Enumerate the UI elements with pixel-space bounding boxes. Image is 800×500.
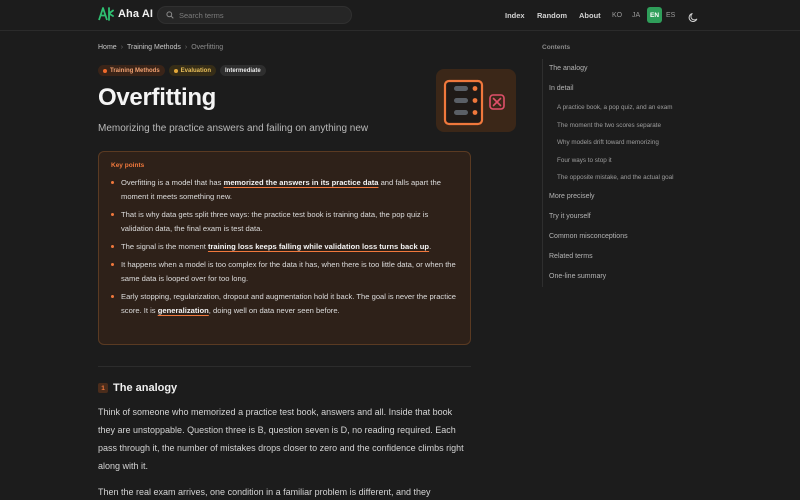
key-point-text: , doing well on data never seen before. (208, 306, 340, 315)
toc-list: The analogy In detail A practice book, a… (542, 59, 732, 287)
section-heading: 1 The analogy (98, 382, 177, 394)
toc-subitem[interactable]: The moment the two scores separate (543, 117, 732, 135)
top-bar: Aha AI Index Random About KO JA EN ES (0, 0, 800, 31)
tag-label: Intermediate (225, 67, 261, 74)
page-title: Overfitting (98, 84, 217, 111)
checklist-reject-icon (443, 79, 505, 126)
nav-link-about[interactable]: About (579, 11, 601, 20)
toc-item[interactable]: Try it yourself (543, 207, 732, 227)
key-point-item: The signal is the moment training loss k… (111, 240, 460, 254)
breadcrumb: Home › Training Methods › Overfitting (98, 44, 223, 51)
toc-title: Contents (542, 44, 571, 51)
key-points-list: Overfitting is a model that has memorize… (111, 176, 460, 318)
body-paragraph: Then the real exam arrives, one conditio… (98, 487, 431, 497)
nav-link-random[interactable]: Random (537, 11, 567, 20)
section-title: The analogy (113, 382, 178, 394)
body-paragraph: Think of someone who memorized a practic… (98, 407, 464, 471)
breadcrumb-separator: › (120, 44, 124, 51)
nav-link-index[interactable]: Index (505, 11, 525, 20)
key-point-text: Overfitting is a model that has (121, 178, 224, 187)
tag-dot (173, 68, 178, 73)
search-box[interactable] (157, 6, 352, 24)
breadcrumb-training-methods[interactable]: Training Methods (127, 44, 181, 51)
key-points-title: Key points (111, 162, 145, 169)
key-point-text: It happens when a model is too complex f… (121, 260, 456, 283)
toc-item[interactable]: More precisely (543, 187, 732, 207)
search-icon (166, 11, 174, 19)
key-point-text: That is why data gets split three ways: … (121, 210, 429, 233)
lang-es[interactable]: ES (666, 0, 675, 31)
logo-text: Aha AI (118, 8, 154, 20)
tag-intermediate[interactable]: Intermediate (220, 65, 266, 76)
tag-evaluation[interactable]: Evaluation (168, 65, 217, 76)
search-input[interactable] (179, 10, 339, 20)
toc-item[interactable]: Related terms (543, 247, 732, 267)
key-point-text: . (429, 242, 432, 251)
lang-en-active[interactable]: EN (647, 7, 662, 23)
toc-item[interactable]: In detail (543, 79, 732, 99)
logo[interactable]: Aha AI (98, 7, 153, 21)
key-point-item: Overfitting is a model that has memorize… (111, 176, 460, 204)
key-points-box: Key points Overfitting is a model that h… (98, 151, 471, 345)
hero-illustration (436, 69, 516, 132)
key-point-highlight: training loss keeps falling while valida… (207, 242, 430, 251)
key-point-highlight: generalization (157, 306, 209, 315)
toc-item[interactable]: The analogy (543, 59, 732, 79)
logo-icon (98, 7, 114, 21)
breadcrumb-home[interactable]: Home (98, 44, 117, 51)
tag-list: Training Methods Evaluation Intermediate (98, 65, 266, 76)
key-point-item: That is why data gets split three ways: … (111, 208, 460, 236)
breadcrumb-separator: › (184, 44, 188, 51)
section-divider (98, 366, 471, 367)
tag-label: Evaluation (180, 67, 212, 74)
toc-subitem[interactable]: A practice book, a pop quiz, and an exam (543, 99, 732, 117)
key-point-text: The signal is the moment (121, 242, 208, 251)
toc-item[interactable]: Common misconceptions (543, 227, 732, 247)
toc-subitem[interactable]: Four ways to stop it (543, 152, 732, 170)
tag-dot (103, 68, 107, 73)
table-of-contents: Contents The analogy In detail A practic… (542, 44, 732, 287)
toc-subitem[interactable]: Why models drift toward memorizing (543, 134, 732, 152)
toc-item[interactable]: One-line summary (543, 267, 732, 287)
lang-ja[interactable]: JA (632, 0, 640, 31)
key-point-highlight: memorized the answers in its practice da… (223, 178, 379, 187)
lang-ko[interactable]: KO (612, 0, 622, 31)
key-point-item: Early stopping, regularization, dropout … (111, 290, 460, 318)
breadcrumb-current: Overfitting (191, 44, 224, 51)
tag-training-methods[interactable]: Training Methods (98, 65, 165, 76)
section-number: 1 (98, 383, 108, 393)
key-point-item: It happens when a model is too complex f… (111, 258, 460, 286)
moon-icon[interactable] (688, 10, 699, 28)
page-subtitle: Memorizing the practice answers and fail… (98, 123, 369, 134)
toc-subitem[interactable]: The opposite mistake, and the actual goa… (543, 169, 732, 187)
tag-label: Training Methods (110, 67, 160, 74)
